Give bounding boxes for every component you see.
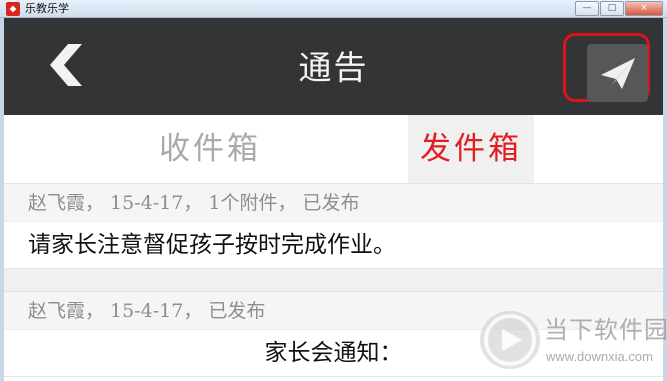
maximize-button[interactable]: □ [600,1,624,16]
message-meta: 赵飞霞， 15-4-17， 1个附件， 已发布 [4,183,663,221]
watermark-name: 当下软件园 [544,316,667,344]
message-title: 请家长注意督促孩子按时完成作业。 [4,221,663,269]
send-button-highlight [563,33,650,102]
watermark-url: www.downxia.com [546,349,653,364]
tab-outbox[interactable]: 发件箱 [408,115,534,183]
window-controls: — □ × [574,1,663,17]
tab-inbox[interactable]: 收件箱 [154,115,266,183]
mailbox-tabs: 收件箱 发件箱 [4,115,663,183]
send-button[interactable] [587,44,648,102]
app-logo-icon [6,2,20,16]
paper-plane-icon [601,58,635,89]
window-titlebar: 乐教乐学 — □ × [0,0,667,18]
window-title: 乐教乐学 [25,2,69,15]
list-item[interactable]: 赵飞霞， 15-4-17， 1个附件， 已发布 请家长注意督促孩子按时完成作业。 [4,183,663,269]
app-header: 通告 [4,18,663,115]
watermark: 当下软件园 www.downxia.com [480,311,667,377]
minimize-button[interactable]: — [575,1,599,16]
list-divider [4,269,663,291]
watermark-logo-icon [480,311,540,369]
close-button[interactable]: × [625,1,663,16]
